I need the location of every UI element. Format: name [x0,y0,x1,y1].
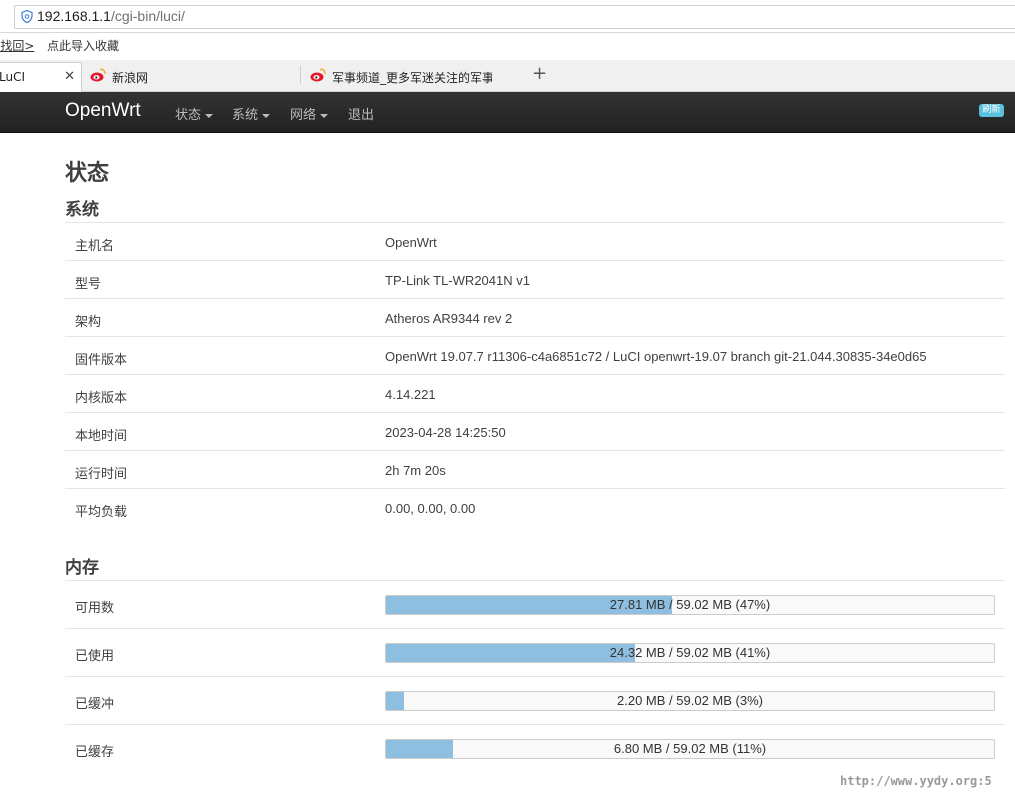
table-row: 已缓冲 2.20 MB / 59.02 MB (3%) [65,676,1005,725]
shield-icon [21,10,33,23]
caret-down-icon [205,113,214,118]
tab-luci-title: LuCI [0,70,25,84]
row-label: 已缓存 [75,745,115,760]
page-title: 状态 [65,161,110,186]
bookmark-recover[interactable]: j找回> [0,37,34,54]
refresh-badge[interactable]: 刷新 [979,104,1004,117]
weibo-icon [310,68,326,82]
row-label: 架构 [75,315,102,330]
nav-system-label: 系统 [232,108,259,123]
row-label: 型号 [75,277,102,292]
table-row: 型号 TP-Link TL-WR2041N v1 [65,260,1005,299]
table-row: 平均负载 0.00, 0.00, 0.00 [65,488,1005,527]
table-row: 可用数 27.81 MB / 59.02 MB (47%) [65,580,1005,629]
table-row: 架构 Atheros AR9344 rev 2 [65,298,1005,337]
caret-down-icon [262,113,271,118]
nav-status-label: 状态 [175,108,202,123]
progress-bar: 6.80 MB / 59.02 MB (11%) [385,739,995,759]
bookmark-import[interactable]: 点此导入收藏 [47,37,119,54]
progress-text: 27.81 MB / 59.02 MB (47%) [609,597,771,612]
progress-text: 24.32 MB / 59.02 MB (41%) [609,645,771,660]
new-tab-button[interactable]: + [532,63,547,84]
nav-logout[interactable]: 退出 [348,104,374,123]
tab-luci[interactable]: LuCI ✕ [0,62,82,92]
brand-logo[interactable]: OpenWrt [65,100,141,122]
weibo-icon [90,68,106,82]
url-text: 192.168.1.1/cgi-bin/luci/ [37,8,185,24]
row-value: TP-Link TL-WR2041N v1 [385,273,530,288]
row-value: OpenWrt 19.07.7 r11306-c4a6851c72 / LuCI… [385,349,927,364]
nav-status[interactable]: 状态 [175,104,214,123]
section-title-memory: 内存 [65,558,99,578]
table-row: 运行时间 2h 7m 20s [65,450,1005,489]
table-row: 已使用 24.32 MB / 59.02 MB (41%) [65,628,1005,677]
row-label: 内核版本 [75,391,128,406]
watermark: http://www.yydy.org:5 [840,774,992,788]
tab-military-title: 军事频道_更多军迷关注的军事 [332,71,492,85]
row-label: 已使用 [75,649,115,664]
tab-strip: LuCI ✕ 新浪网 军事频道_更多军迷关注的军事 [0,60,1015,92]
row-value: 2h 7m 20s [385,463,446,478]
row-label: 平均负载 [75,505,128,520]
progress-text: 6.80 MB / 59.02 MB (11%) [613,741,767,756]
navbar: OpenWrt 状态 系统 网络 退出 [0,92,1015,133]
row-value: OpenWrt [385,235,437,250]
row-label: 运行时间 [75,467,128,482]
tab-sina-title: 新浪网 [112,71,149,85]
section-title-system: 系统 [65,200,99,220]
tab-separator [300,66,301,84]
nav-system[interactable]: 系统 [232,104,271,123]
row-label: 本地时间 [75,429,128,444]
row-value: 0.00, 0.00, 0.00 [385,501,476,516]
url-input[interactable]: 192.168.1.1/cgi-bin/luci/ [14,5,1015,29]
caret-down-icon [320,113,329,118]
row-value: 4.14.221 [385,387,436,402]
row-value: Atheros AR9344 rev 2 [385,311,513,326]
url-path: /cgi-bin/luci/ [110,8,185,24]
nav-network-label: 网络 [290,108,317,123]
progress-text: 2.20 MB / 59.02 MB (3%) [617,693,763,708]
progress-bar: 24.32 MB / 59.02 MB (41%) [385,643,995,663]
row-label: 可用数 [75,601,115,616]
tab-sina[interactable]: 新浪网 [82,62,300,91]
table-row: 固件版本 OpenWrt 19.07.7 r11306-c4a6851c72 /… [65,336,1005,375]
progress-bar: 27.81 MB / 59.02 MB (47%) [385,595,995,615]
close-icon[interactable]: ✕ [64,69,75,84]
table-row: 内核版本 4.14.221 [65,374,1005,413]
progress-bar: 2.20 MB / 59.02 MB (3%) [385,691,995,711]
row-label: 主机名 [75,239,115,254]
table-row: 主机名 OpenWrt [65,222,1005,261]
bookmarks-bar: j找回> 点此导入收藏 [0,33,1015,57]
row-label: 已缓冲 [75,697,115,712]
row-value: 2023-04-28 14:25:50 [385,425,506,440]
table-row: 本地时间 2023-04-28 14:25:50 [65,412,1005,451]
url-host: 192.168.1.1 [37,8,111,24]
address-bar: 192.168.1.1/cgi-bin/luci/ [0,0,1015,33]
row-label: 固件版本 [75,353,128,368]
tab-military[interactable]: 军事频道_更多军迷关注的军事 [302,62,520,91]
nav-network[interactable]: 网络 [290,104,329,123]
table-row: 已缓存 6.80 MB / 59.02 MB (11%) [65,724,1005,773]
